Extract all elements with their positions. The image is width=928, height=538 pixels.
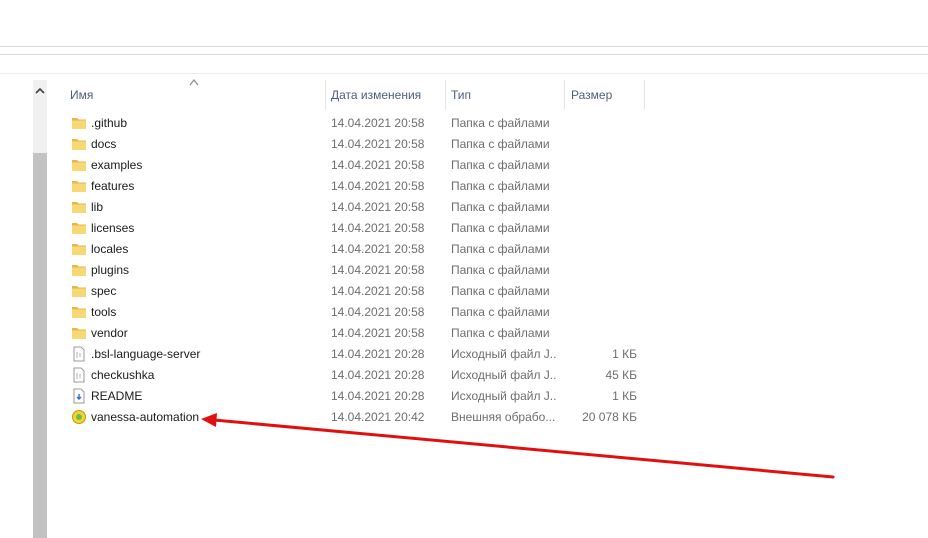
file-date: 14.04.2021 20:42 — [331, 410, 425, 424]
file-row[interactable]: spec 14.04.2021 20:58 Папка с файлами — [65, 281, 650, 302]
file-row[interactable]: tools 14.04.2021 20:58 Папка с файлами — [65, 302, 650, 323]
file-row[interactable]: .github 14.04.2021 20:58 Папка с файлами — [65, 113, 650, 134]
file-row[interactable]: licenses 14.04.2021 20:58 Папка с файлами — [65, 218, 650, 239]
file-row[interactable]: docs 14.04.2021 20:58 Папка с файлами — [65, 134, 650, 155]
file-date: 14.04.2021 20:58 — [331, 284, 425, 298]
folder-icon — [71, 178, 87, 194]
folder-icon — [71, 220, 87, 236]
file-type: Папка с файлами — [451, 284, 550, 298]
column-header-type[interactable]: Тип — [451, 80, 561, 110]
file-name: locales — [91, 242, 129, 256]
folder-icon — [71, 304, 87, 320]
column-separator[interactable] — [644, 80, 645, 110]
file-type: Папка с файлами — [451, 158, 550, 172]
file-name: licenses — [91, 221, 135, 235]
file-date: 14.04.2021 20:58 — [331, 263, 425, 277]
file-size: 20 078 КБ — [582, 410, 637, 424]
file-row[interactable]: examples 14.04.2021 20:58 Папка с файлами — [65, 155, 650, 176]
file-date: 14.04.2021 20:58 — [331, 116, 425, 130]
folder-icon — [71, 325, 87, 341]
file-name: .github — [91, 116, 128, 130]
folder-icon — [71, 115, 87, 131]
epf-file-icon — [71, 409, 87, 425]
folder-icon — [71, 136, 87, 152]
column-header-date[interactable]: Дата изменения — [331, 80, 443, 110]
file-type: Исходный файл J... — [451, 368, 557, 382]
toolbar-divider-top — [0, 46, 928, 47]
file-row[interactable]: vendor 14.04.2021 20:58 Папка с файлами — [65, 323, 650, 344]
file-row[interactable]: features 14.04.2021 20:58 Папка с файлами — [65, 176, 650, 197]
column-separator[interactable] — [564, 80, 565, 110]
file-name: vendor — [91, 326, 128, 340]
file-name: README — [91, 389, 143, 403]
file-date: 14.04.2021 20:58 — [331, 305, 425, 319]
file-type: Папка с файлами — [451, 242, 550, 256]
folder-icon — [71, 199, 87, 215]
file-date: 14.04.2021 20:58 — [331, 179, 425, 193]
file-size: 1 КБ — [612, 347, 637, 361]
file-name: features — [91, 179, 135, 193]
column-separator[interactable] — [325, 80, 326, 110]
file-name: vanessa-automation — [91, 410, 200, 424]
file-name: tools — [91, 305, 117, 319]
json-file-icon — [71, 346, 87, 362]
file-date: 14.04.2021 20:58 — [331, 158, 425, 172]
file-name: spec — [91, 284, 117, 298]
file-name: .bsl-language-server — [91, 347, 201, 361]
file-type: Исходный файл J... — [451, 347, 557, 361]
file-type: Папка с файлами — [451, 326, 550, 340]
markdown-file-icon — [71, 388, 87, 404]
scroll-up-arrow-icon[interactable] — [33, 80, 47, 100]
folder-icon — [71, 241, 87, 257]
file-name: docs — [91, 137, 117, 151]
file-date: 14.04.2021 20:58 — [331, 221, 425, 235]
file-type: Папка с файлами — [451, 200, 550, 214]
file-type: Папка с файлами — [451, 305, 550, 319]
file-row[interactable]: README 14.04.2021 20:28 Исходный файл J...… — [65, 386, 650, 407]
file-date: 14.04.2021 20:58 — [331, 242, 425, 256]
file-type: Папка с файлами — [451, 221, 550, 235]
toolbar-divider-bottom — [0, 54, 928, 55]
column-header-name[interactable]: Имя — [70, 80, 324, 110]
file-row[interactable]: lib 14.04.2021 20:58 Папка с файлами — [65, 197, 650, 218]
file-type: Исходный файл J... — [451, 389, 557, 403]
file-row[interactable]: vanessa-automation 14.04.2021 20:42 Внешня… — [65, 407, 650, 428]
file-size: 1 КБ — [612, 389, 637, 403]
folder-icon — [71, 283, 87, 299]
file-type: Внешняя обрабо... — [451, 410, 556, 424]
file-name: examples — [91, 158, 143, 172]
file-row[interactable]: plugins 14.04.2021 20:58 Папка с файлами — [65, 260, 650, 281]
annotation-arrow-line — [212, 418, 835, 479]
file-date: 14.04.2021 20:58 — [331, 200, 425, 214]
header-divider — [0, 73, 928, 74]
file-type: Папка с файлами — [451, 179, 550, 193]
file-date: 14.04.2021 20:58 — [331, 137, 425, 151]
file-name: lib — [91, 200, 104, 214]
file-date: 14.04.2021 20:28 — [331, 347, 425, 361]
file-type: Папка с файлами — [451, 116, 550, 130]
file-type: Папка с файлами — [451, 263, 550, 277]
file-date: 14.04.2021 20:58 — [331, 326, 425, 340]
file-name: plugins — [91, 263, 130, 277]
file-type: Папка с файлами — [451, 137, 550, 151]
nav-pane-scrollbar-thumb[interactable] — [33, 153, 47, 538]
folder-icon — [71, 262, 87, 278]
column-separator[interactable] — [445, 80, 446, 110]
file-row[interactable]: .bsl-language-server 14.04.2021 20:28 Исхо… — [65, 344, 650, 365]
file-date: 14.04.2021 20:28 — [331, 368, 425, 382]
json-file-icon — [71, 367, 87, 383]
file-date: 14.04.2021 20:28 — [331, 389, 425, 403]
file-name: checkushka — [91, 368, 155, 382]
folder-icon — [71, 157, 87, 173]
column-header-size[interactable]: Размер — [571, 80, 643, 110]
file-row[interactable]: locales 14.04.2021 20:58 Папка с файлами — [65, 239, 650, 260]
file-row[interactable]: checkushka 14.04.2021 20:28 Исходный файл … — [65, 365, 650, 386]
file-size: 45 КБ — [605, 368, 637, 382]
